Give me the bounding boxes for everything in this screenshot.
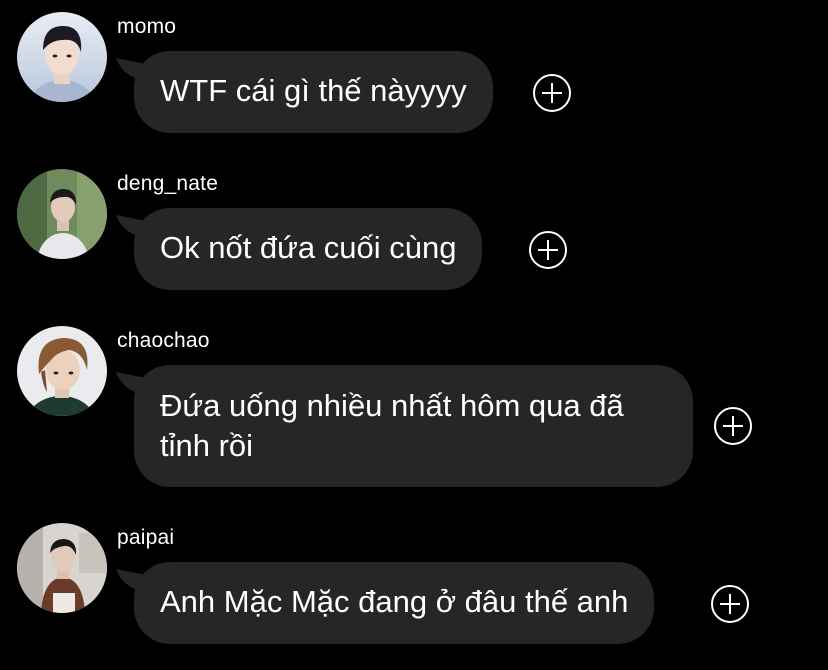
message-text: WTF cái gì thế nàyyyy xyxy=(160,73,467,108)
add-reaction-icon[interactable] xyxy=(714,407,752,445)
avatar-photo-icon xyxy=(17,169,107,259)
message-text-line: tỉnh rồi xyxy=(160,428,254,463)
username[interactable]: momo xyxy=(117,15,176,39)
add-reaction-icon[interactable] xyxy=(711,585,749,623)
avatar-photo-icon xyxy=(17,523,107,613)
chat-thread: momo WTF cái gì thế nàyyyy deng_nate Ok … xyxy=(0,0,828,670)
avatar[interactable] xyxy=(17,523,107,613)
message-bubble[interactable]: Ok nốt đứa cuối cùng xyxy=(134,208,483,290)
message-bubble[interactable]: Đứa uống nhiều nhất hôm qua đã tỉnh rồi xyxy=(134,365,693,487)
add-reaction-icon[interactable] xyxy=(529,231,567,269)
message-text: Anh Mặc Mặc đang ở đâu thế anh xyxy=(160,584,629,619)
avatar-photo-icon xyxy=(17,12,107,102)
avatar[interactable] xyxy=(17,326,107,416)
username[interactable]: deng_nate xyxy=(117,172,218,196)
avatar[interactable] xyxy=(17,169,107,259)
message-bubble[interactable]: WTF cái gì thế nàyyyy xyxy=(134,51,493,133)
username[interactable]: chaochao xyxy=(117,329,210,353)
avatar[interactable] xyxy=(17,12,107,102)
message-text: Ok nốt đứa cuối cùng xyxy=(160,230,457,265)
add-reaction-icon[interactable] xyxy=(533,74,571,112)
message-bubble[interactable]: Anh Mặc Mặc đang ở đâu thế anh xyxy=(134,562,655,644)
avatar-photo-icon xyxy=(17,326,107,416)
username[interactable]: paipai xyxy=(117,526,174,550)
message-text-line: Đứa uống nhiều nhất hôm qua đã xyxy=(160,388,624,423)
